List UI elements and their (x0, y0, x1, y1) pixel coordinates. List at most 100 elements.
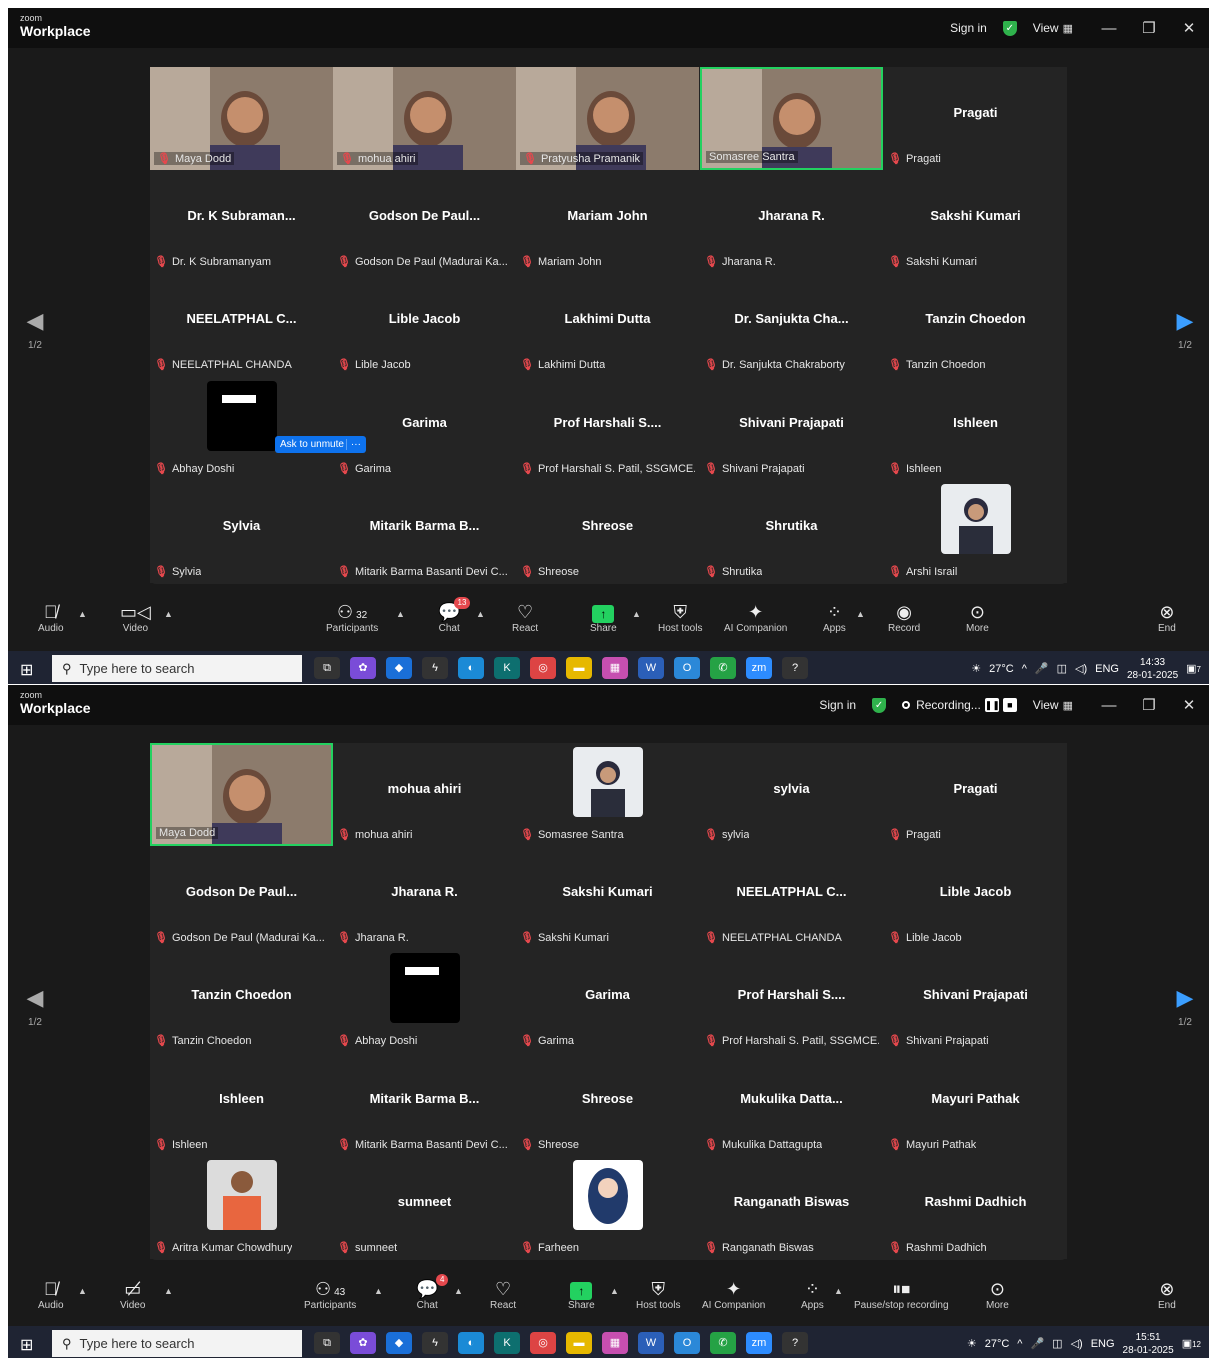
participant-tile[interactable]: Prof Harshali S.... 🎙 Prof Harshali S. Pat… (700, 949, 883, 1052)
participant-tile[interactable]: Mayuri Pathak 🎙 Mayuri Pathak (884, 1053, 1067, 1156)
participant-tile[interactable]: 🎙 Arshi Israil (884, 480, 1067, 583)
end-button[interactable]: ⊗ End (1158, 1278, 1176, 1311)
chat-button[interactable]: 💬 4 Chat (416, 1274, 449, 1311)
notifications-icon[interactable]: ▣12 (1182, 1337, 1201, 1350)
word-icon[interactable]: W (638, 1332, 664, 1354)
video-caret-icon[interactable]: ▲ (164, 609, 173, 619)
ask-to-unmute-button[interactable]: Ask to unmute ··· (275, 436, 366, 453)
participant-tile[interactable]: Tanzin Choedon 🎙 Tanzin Choedon (150, 949, 333, 1052)
bolt-icon[interactable]: ϟ (422, 657, 448, 679)
audio-caret-icon[interactable]: ▲ (78, 609, 87, 619)
participant-tile[interactable]: Ishleen 🎙 Ishleen (884, 377, 1067, 480)
participant-tile[interactable]: Dr. K Subraman... 🎙 Dr. K Subramanyam (150, 170, 333, 273)
bolt-icon[interactable]: ϟ (422, 1332, 448, 1354)
share-button[interactable]: ↑ Share (568, 1278, 595, 1311)
participant-tile[interactable]: mohua ahiri 🎙 mohua ahiri (333, 743, 516, 846)
participant-tile[interactable]: Tanzin Choedon 🎙 Tanzin Choedon (884, 273, 1067, 376)
share-caret-icon[interactable]: ▲ (610, 1286, 619, 1296)
ai-companion-button[interactable]: ✦ AI Companion (724, 601, 787, 634)
participant-tile[interactable]: Maya Dodd (150, 743, 333, 846)
pause-stop-recording-button[interactable]: ⏸⏹ Pause/stop recording (854, 1278, 949, 1311)
edge-icon[interactable]: ◐ (458, 1332, 484, 1354)
dropbox-icon[interactable]: ◆ (386, 1332, 412, 1354)
participants-caret-icon[interactable]: ▲ (396, 609, 405, 619)
outlook-icon[interactable]: O (674, 1332, 700, 1354)
zoom-taskbar-icon[interactable]: zm (746, 1332, 772, 1354)
recording-indicator[interactable]: Recording... ❚❚ ■ (902, 698, 1017, 712)
participant-tile[interactable]: Dr. Sanjukta Cha... 🎙 Dr. Sanjukta Chakrab… (700, 273, 883, 376)
participant-tile[interactable]: Sylvia 🎙 Sylvia (150, 480, 333, 583)
participant-tile[interactable]: 🎙 Maya Dodd (150, 67, 333, 170)
participant-tile[interactable]: 🎙 Abhay Doshi (150, 377, 333, 480)
notifications-icon[interactable]: ▣7 (1186, 662, 1201, 675)
participant-tile[interactable]: Mukulika Datta... 🎙 Mukulika Dattagupta (700, 1053, 883, 1156)
participant-tile[interactable]: Garima 🎙 Garima (333, 377, 516, 480)
participant-tile[interactable]: NEELATPHAL C... 🎙 NEELATPHAL CHANDA (700, 846, 883, 949)
participant-tile[interactable]: Shivani Prajapati 🎙 Shivani Prajapati (884, 949, 1067, 1052)
volume-icon[interactable]: ◁) (1075, 662, 1087, 675)
participant-tile[interactable]: Mariam John 🎙 Mariam John (516, 170, 699, 273)
participant-tile[interactable]: Jharana R. 🎙 Jharana R. (333, 846, 516, 949)
react-button[interactable]: ♡ React (490, 1278, 516, 1311)
tray-chevron-icon[interactable]: ^ (1022, 663, 1027, 675)
participant-tile[interactable]: Shrutika 🎙 Shrutika (700, 480, 883, 583)
edge-icon[interactable]: ◐ (458, 657, 484, 679)
clock[interactable]: 15:51 28-01-2025 (1123, 1331, 1174, 1357)
more-button[interactable]: ⊙ More (966, 601, 989, 634)
participant-tile[interactable]: sumneet 🎙 sumneet (333, 1156, 516, 1259)
task-view-icon[interactable]: ⧉ (314, 657, 340, 679)
participants-caret-icon[interactable]: ▲ (374, 1286, 383, 1296)
shield-check-icon[interactable]: ✓ (872, 697, 887, 713)
minimize-icon[interactable]: — (1089, 697, 1129, 714)
mic-tray-icon[interactable]: 🎤 (1030, 1337, 1044, 1350)
participant-tile[interactable]: 🎙 Aritra Kumar Chowdhury (150, 1156, 333, 1259)
copilot-icon[interactable]: ✿ (350, 657, 376, 679)
language-indicator[interactable]: ENG (1091, 1338, 1115, 1350)
dropbox-icon[interactable]: ◆ (386, 657, 412, 679)
chrome-icon[interactable]: ◎ (530, 1332, 556, 1354)
participant-tile[interactable]: Godson De Paul... 🎙 Godson De Paul (Madura… (150, 846, 333, 949)
restore-icon[interactable]: ❐ (1129, 696, 1169, 714)
participant-tile[interactable]: Lible Jacob 🎙 Lible Jacob (333, 273, 516, 376)
participants-button[interactable]: ⚇ 43 Participants (304, 1278, 356, 1311)
participant-tile[interactable]: 🎙 mohua ahiri (333, 67, 516, 170)
restore-icon[interactable]: ❐ (1129, 19, 1169, 37)
prev-page-button[interactable]: ◀ 1/2 (20, 985, 50, 1028)
whatsapp-icon[interactable]: ✆ (710, 657, 736, 679)
next-page-button[interactable]: ▶ 1/2 (1170, 985, 1200, 1028)
participant-tile[interactable]: 🎙 Somasree Santra (516, 743, 699, 846)
participant-tile[interactable]: 🎙 Abhay Doshi (333, 949, 516, 1052)
participant-tile[interactable]: Shreose 🎙 Shreose (516, 480, 699, 583)
folder-icon[interactable]: ▬ (566, 1332, 592, 1354)
mic-tray-icon[interactable]: 🎤 (1035, 662, 1049, 675)
video-caret-icon[interactable]: ▲ (164, 1286, 173, 1296)
participant-tile[interactable]: Garima 🎙 Garima (516, 949, 699, 1052)
weather-icon[interactable]: ☀ (971, 662, 981, 675)
share-caret-icon[interactable]: ▲ (632, 609, 641, 619)
chat-caret-icon[interactable]: ▲ (476, 609, 485, 619)
participant-tile[interactable]: Mitarik Barma B... 🎙 Mitarik Barma Basanti… (333, 1053, 516, 1156)
taskbar-search-input[interactable]: ⚲ Type here to search (52, 655, 302, 682)
video-button[interactable]: ▭◁ Video (120, 601, 151, 634)
kindle-icon[interactable]: K (494, 1332, 520, 1354)
next-page-button[interactable]: ▶ 1/2 (1170, 308, 1200, 351)
host-tools-button[interactable]: ⛨ Host tools (658, 601, 702, 634)
apps-caret-icon[interactable]: ▲ (856, 609, 865, 619)
participant-tile[interactable]: Lakhimi Dutta 🎙 Lakhimi Dutta (516, 273, 699, 376)
participant-tile[interactable]: Jharana R. 🎙 Jharana R. (700, 170, 883, 273)
tray-chevron-icon[interactable]: ^ (1017, 1338, 1022, 1350)
pause-icon[interactable]: ❚❚ (984, 698, 1000, 712)
word-icon[interactable]: W (638, 657, 664, 679)
apps-button[interactable]: ⁘ Apps (801, 1278, 824, 1311)
participant-tile[interactable]: Shreose 🎙 Shreose (516, 1053, 699, 1156)
chat-button[interactable]: 💬 13 Chat (438, 597, 471, 634)
apps-button[interactable]: ⁘ Apps (823, 601, 846, 634)
react-button[interactable]: ♡ React (512, 601, 538, 634)
close-icon[interactable]: ✕ (1169, 696, 1209, 714)
whatsapp-icon[interactable]: ✆ (710, 1332, 736, 1354)
chrome-icon[interactable]: ◎ (530, 657, 556, 679)
apps-caret-icon[interactable]: ▲ (834, 1286, 843, 1296)
minimize-icon[interactable]: — (1089, 20, 1129, 37)
network-icon[interactable]: ◫ (1052, 1337, 1062, 1350)
kindle-icon[interactable]: K (494, 657, 520, 679)
